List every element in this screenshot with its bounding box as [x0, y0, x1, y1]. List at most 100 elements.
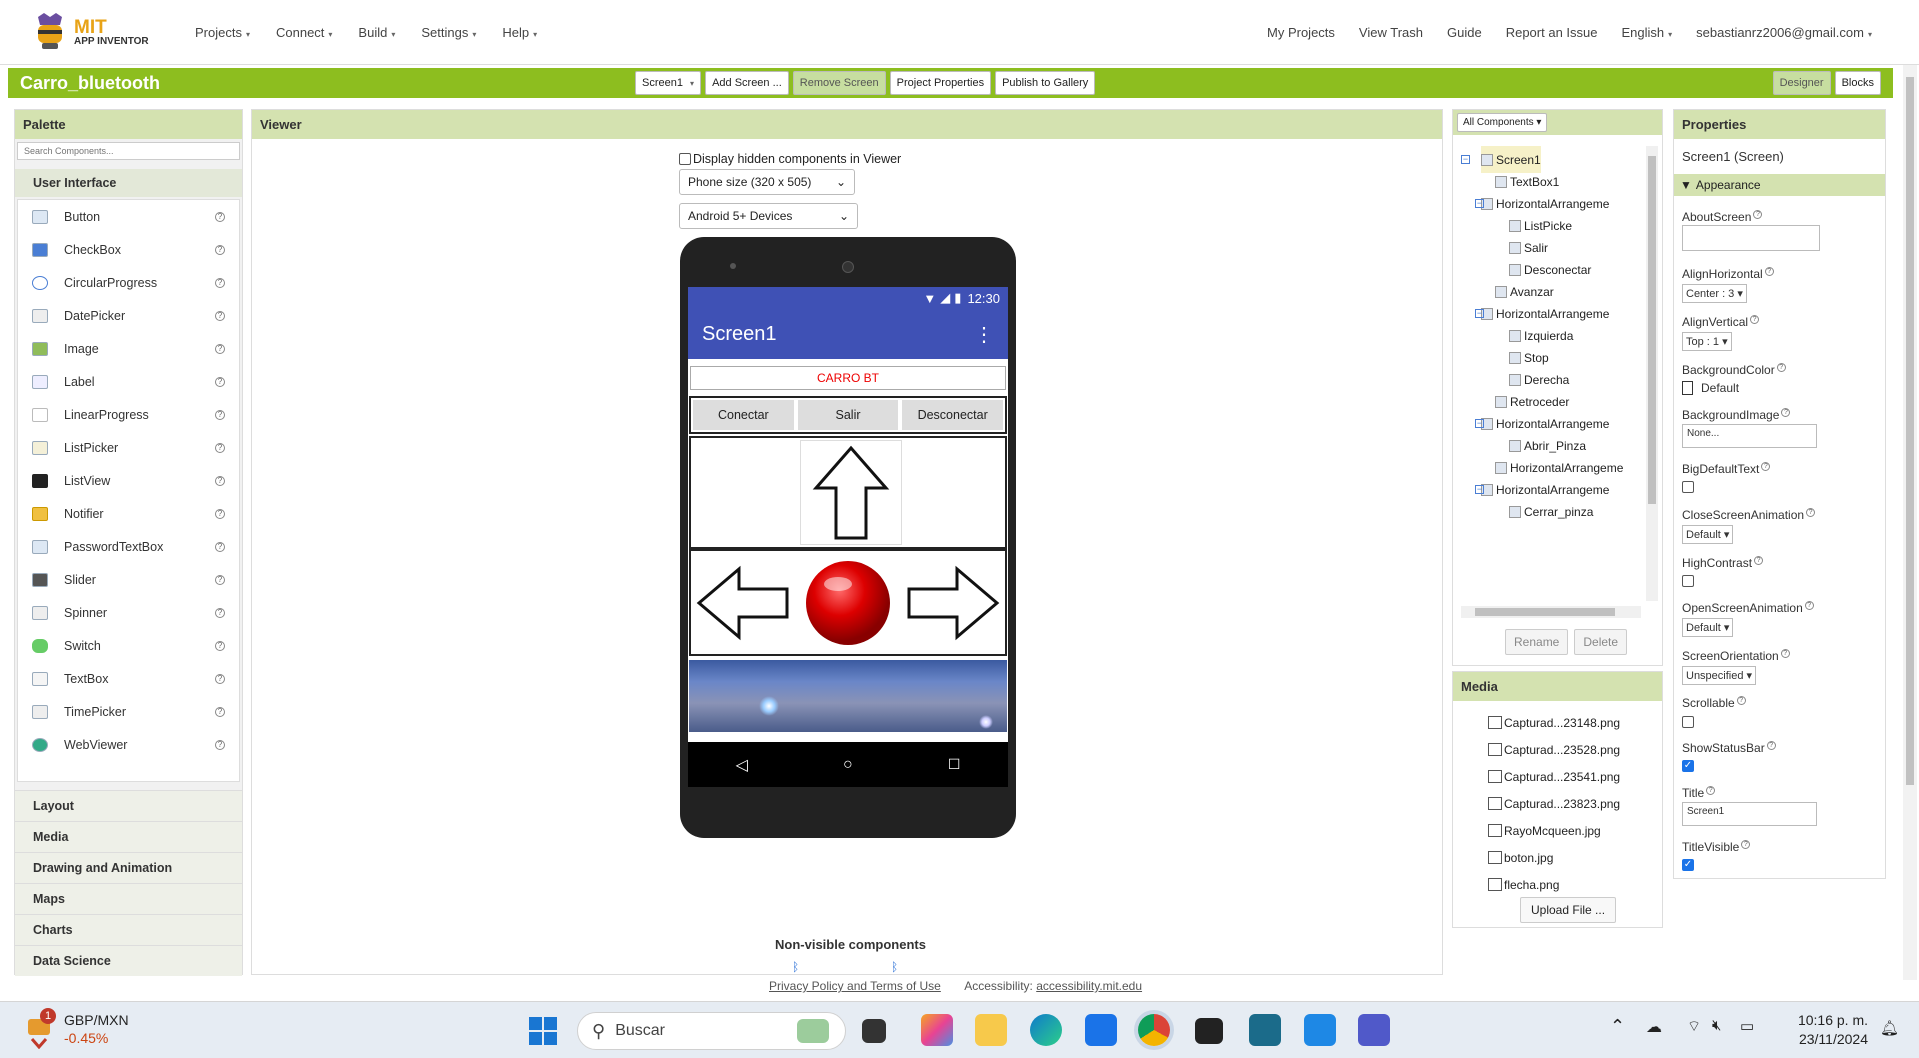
media-file[interactable]: Capturad...23541.png	[1453, 763, 1662, 790]
align-horizontal-select[interactable]: Center : 3 ▾	[1682, 284, 1747, 303]
battery-icon[interactable]: ▭	[1740, 1017, 1754, 1035]
help-icon[interactable]: ?	[215, 541, 225, 552]
help-icon[interactable]: ?	[1804, 601, 1814, 610]
help-icon[interactable]: ?	[215, 409, 225, 420]
privacy-policy-link[interactable]: Privacy Policy and Terms of Use	[769, 979, 941, 993]
stop-button[interactable]	[797, 552, 899, 653]
delete-button[interactable]: Delete	[1574, 629, 1628, 655]
media-file[interactable]: Capturad...23148.png	[1453, 709, 1662, 736]
background-image-input[interactable]: None...	[1682, 424, 1817, 448]
taskbar-clock[interactable]: 10:16 p. m. 23/11/2024	[1760, 1011, 1868, 1049]
appearance-group-toggle[interactable]: ▼ Appearance	[1674, 174, 1885, 196]
palette-item-label[interactable]: Label?	[18, 365, 239, 398]
category-charts[interactable]: Charts	[15, 914, 242, 945]
collapse-toggle-icon[interactable]: −	[1475, 419, 1484, 428]
help-icon[interactable]: ?	[215, 607, 225, 618]
tree-vertical-scrollbar[interactable]	[1646, 146, 1658, 601]
help-icon[interactable]: ?	[1736, 696, 1746, 705]
help-icon[interactable]: ?	[215, 277, 225, 288]
textbox1-preview[interactable]: CARRO BT	[690, 366, 1006, 390]
tree-node[interactable]: Cerrar_pinza	[1509, 498, 1593, 525]
collapse-toggle-icon[interactable]: −	[1475, 309, 1484, 318]
palette-item-passwordtextbox[interactable]: PasswordTextBox?	[18, 530, 239, 563]
avanzar-button[interactable]	[689, 436, 1007, 549]
align-vertical-select[interactable]: Top : 1 ▾	[1682, 332, 1732, 351]
help-icon[interactable]: ?	[1764, 267, 1774, 276]
palette-item-button[interactable]: Button?	[18, 200, 239, 233]
izquierda-button[interactable]	[692, 552, 794, 653]
palette-item-webviewer[interactable]: WebViewer?	[18, 728, 239, 761]
tree-horizontal-scrollbar[interactable]	[1461, 606, 1641, 618]
collapse-toggle-icon[interactable]: −	[1475, 485, 1484, 494]
edge-icon[interactable]	[1030, 1014, 1062, 1046]
palette-item-listview[interactable]: ListView?	[18, 464, 239, 497]
view-trash-link[interactable]: View Trash	[1347, 25, 1435, 40]
help-icon[interactable]: ?	[215, 739, 225, 750]
help-icon[interactable]: ?	[215, 475, 225, 486]
category-maps[interactable]: Maps	[15, 883, 242, 914]
help-icon[interactable]: ?	[215, 706, 225, 717]
category-media[interactable]: Media	[15, 821, 242, 852]
account-menu[interactable]: sebastianrz2006@gmail.com ▾	[1684, 25, 1884, 40]
help-icon[interactable]: ?	[1806, 508, 1816, 517]
menu-build[interactable]: Build ▾	[345, 25, 408, 40]
collapse-toggle-icon[interactable]: −	[1461, 155, 1470, 164]
palette-item-datepicker[interactable]: DatePicker?	[18, 299, 239, 332]
chevron-up-icon[interactable]: ⌃	[1610, 1016, 1625, 1037]
taskbar-search[interactable]: ⚲ Buscar	[577, 1012, 846, 1050]
help-icon[interactable]: ?	[1776, 363, 1786, 372]
cloud-icon[interactable]: ☁	[1646, 1017, 1662, 1037]
media-file[interactable]: RayoMcqueen.jpg	[1453, 817, 1662, 844]
add-screen-button[interactable]: Add Screen ...	[705, 71, 789, 95]
palette-item-listpicker[interactable]: ListPicker?	[18, 431, 239, 464]
palette-item-textbox[interactable]: TextBox?	[18, 662, 239, 695]
menu-projects[interactable]: Projects ▾	[182, 25, 263, 40]
palette-item-spinner[interactable]: Spinner?	[18, 596, 239, 629]
designer-button[interactable]: Designer	[1772, 71, 1831, 95]
page-scrollbar[interactable]	[1903, 65, 1917, 980]
category-data-science[interactable]: Data Science	[15, 945, 242, 976]
open-animation-select[interactable]: Default ▾	[1682, 618, 1734, 637]
bluetooth-client-icon[interactable]: ᛒ	[792, 960, 799, 974]
device-select[interactable]: Android 5+ Devices ⌄	[679, 203, 858, 229]
help-icon[interactable]: ?	[1761, 462, 1771, 471]
vscode-icon[interactable]	[1304, 1014, 1336, 1046]
hidden-components-checkbox[interactable]	[679, 153, 691, 165]
scrollable-checkbox[interactable]	[1682, 716, 1694, 728]
palette-item-circularprogress[interactable]: CircularProgress?	[18, 266, 239, 299]
app-inventor-logo[interactable]: MIT APP INVENTOR	[30, 13, 180, 51]
windows-start-icon[interactable]	[529, 1017, 557, 1045]
media-file[interactable]: Capturad...23528.png	[1453, 736, 1662, 763]
media-file[interactable]: flecha.png	[1453, 871, 1662, 898]
category-drawing-animation[interactable]: Drawing and Animation	[15, 852, 242, 883]
teams-icon[interactable]	[1358, 1014, 1390, 1046]
microsoft-store-icon[interactable]	[1085, 1014, 1117, 1046]
orientation-select[interactable]: Unspecified ▾	[1682, 666, 1757, 685]
media-file[interactable]: boton.jpg	[1453, 844, 1662, 871]
help-icon[interactable]: ?	[215, 310, 225, 321]
help-icon[interactable]: ?	[215, 574, 225, 585]
palette-item-switch[interactable]: Switch?	[18, 629, 239, 662]
palette-search-input[interactable]	[17, 142, 240, 160]
derecha-button[interactable]	[902, 552, 1004, 653]
upload-file-button[interactable]: Upload File ...	[1520, 897, 1617, 923]
dropbox-icon[interactable]	[1195, 1018, 1223, 1044]
salir-button[interactable]: Salir	[797, 400, 899, 430]
big-default-text-checkbox[interactable]	[1682, 481, 1694, 493]
close-animation-select[interactable]: Default ▾	[1682, 525, 1734, 544]
help-icon[interactable]: ?	[215, 244, 225, 255]
title-input[interactable]: Screen1	[1682, 802, 1817, 826]
help-icon[interactable]: ?	[215, 640, 225, 651]
chrome-icon[interactable]	[1138, 1014, 1170, 1046]
help-icon[interactable]: ?	[215, 673, 225, 684]
menu-settings[interactable]: Settings ▾	[408, 25, 489, 40]
menu-help[interactable]: Help ▾	[489, 25, 550, 40]
task-view-icon[interactable]	[862, 1019, 886, 1043]
copilot-icon[interactable]	[921, 1014, 953, 1046]
language-menu[interactable]: English ▾	[1609, 25, 1684, 40]
menu-connect[interactable]: Connect ▾	[263, 25, 345, 40]
screen-select[interactable]: Screen1 ▾	[635, 71, 702, 95]
app-icon[interactable]	[1249, 1014, 1281, 1046]
help-icon[interactable]: ?	[215, 211, 225, 222]
help-icon[interactable]: ?	[1781, 408, 1791, 417]
